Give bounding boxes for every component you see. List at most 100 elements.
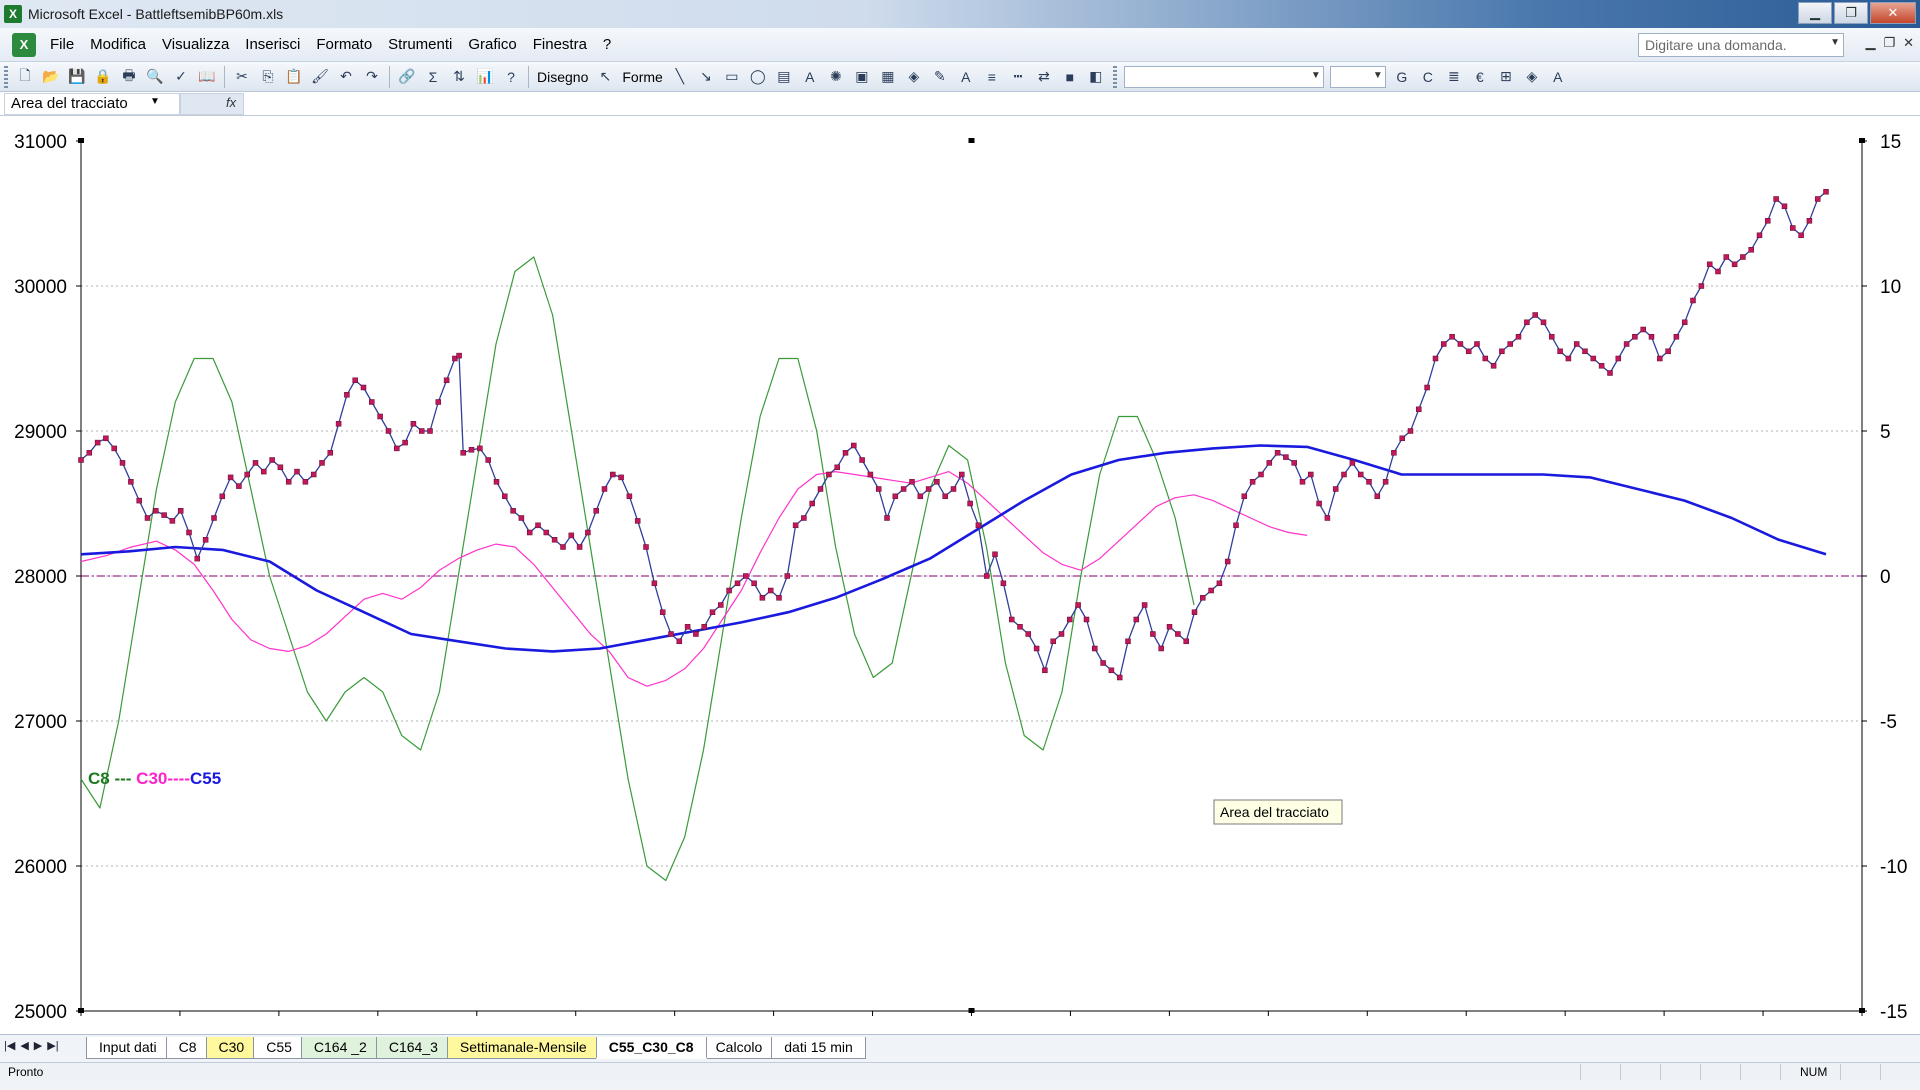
price-point-marker[interactable] (1249, 479, 1256, 485)
price-point-marker[interactable] (418, 428, 425, 434)
toolbar-grip[interactable] (1112, 65, 1117, 88)
price-point-marker[interactable] (202, 537, 209, 543)
price-point-marker[interactable] (718, 602, 724, 608)
price-point-marker[interactable] (1532, 312, 1538, 318)
price-point-marker[interactable] (111, 445, 117, 452)
price-point-marker[interactable] (917, 493, 924, 500)
price-point-marker[interactable] (726, 587, 732, 594)
price-point-marker[interactable] (1133, 616, 1140, 623)
price-point-marker[interactable] (1208, 587, 1214, 594)
price-point-marker[interactable] (327, 450, 334, 456)
chart-canvas[interactable]: 31000 30000 29000 28000 27000 26000 25000 15 10 5… (0, 117, 1920, 1034)
3d-icon[interactable]: ◧ (1084, 65, 1108, 89)
price-point-marker[interactable] (377, 413, 383, 420)
price-point-marker[interactable] (1499, 348, 1505, 355)
price-point-marker[interactable] (1765, 218, 1771, 224)
price-point-marker[interactable] (526, 529, 533, 536)
price-point-marker[interactable] (801, 515, 807, 521)
price-point-marker[interactable] (1507, 341, 1513, 347)
price-point-marker[interactable] (1681, 319, 1688, 326)
price-point-marker[interactable] (1075, 602, 1081, 608)
price-point-marker[interactable] (1366, 479, 1372, 485)
price-point-marker[interactable] (1374, 493, 1381, 500)
price-point-marker[interactable] (983, 573, 990, 579)
price-point-marker[interactable] (128, 479, 134, 485)
price-point-marker[interactable] (1025, 631, 1032, 637)
price-point-marker[interactable] (456, 352, 462, 359)
price-point-marker[interactable] (900, 486, 907, 492)
price-point-marker[interactable] (643, 544, 649, 550)
help-icon[interactable]: ? (499, 65, 523, 89)
price-point-marker[interactable] (269, 457, 275, 463)
shapes-menu-button[interactable]: Forme (618, 69, 666, 85)
next-sheet-icon[interactable]: ▶ (34, 1039, 42, 1052)
rectangle-icon[interactable]: ▭ (720, 65, 744, 89)
sheet-tab[interactable]: Input dati (86, 1037, 170, 1059)
price-point-marker[interactable] (1407, 428, 1414, 434)
price-point-marker[interactable] (1598, 363, 1605, 369)
price-point-marker[interactable] (277, 464, 284, 471)
price-point-marker[interactable] (352, 377, 358, 384)
price-point-marker[interactable] (1299, 479, 1306, 485)
select-objects-icon[interactable]: ↖ (593, 65, 617, 89)
wordart-icon[interactable]: A (798, 65, 822, 89)
price-point-marker[interactable] (884, 515, 890, 521)
price-point-marker[interactable] (244, 471, 250, 478)
price-point-marker[interactable] (153, 508, 159, 514)
price-point-marker[interactable] (94, 439, 101, 446)
selection-handle[interactable] (968, 138, 975, 143)
price-point-marker[interactable] (344, 392, 350, 398)
price-point-marker[interactable] (1474, 341, 1480, 347)
price-point-marker[interactable] (701, 624, 707, 630)
price-point-marker[interactable] (1100, 660, 1106, 666)
price-point-marker[interactable] (959, 471, 965, 478)
price-point-marker[interactable] (477, 445, 483, 452)
price-point-marker[interactable] (1308, 471, 1314, 478)
price-point-marker[interactable] (1116, 674, 1123, 681)
menu-formato[interactable]: Formato (308, 36, 380, 53)
price-point-marker[interactable] (842, 450, 849, 456)
open-folder-icon[interactable]: 📂 (39, 65, 63, 89)
arrow-icon[interactable]: ↘ (694, 65, 718, 89)
price-point-marker[interactable] (610, 471, 616, 478)
price-point-marker[interactable] (1191, 609, 1198, 615)
price-point-marker[interactable] (1731, 261, 1738, 268)
highlight-icon[interactable]: ◈ (1520, 65, 1544, 89)
price-point-marker[interactable] (335, 421, 342, 427)
line-style-icon[interactable]: ≡ (980, 65, 1004, 89)
workbook-close-icon[interactable]: ✕ (1903, 35, 1914, 51)
price-point-marker[interactable] (460, 450, 466, 456)
price-point-marker[interactable] (1050, 638, 1056, 645)
price-point-marker[interactable] (1723, 254, 1730, 260)
price-point-marker[interactable] (310, 471, 317, 478)
price-point-marker[interactable] (1108, 667, 1115, 674)
price-point-marker[interactable] (776, 595, 782, 601)
price-point-marker[interactable] (1607, 370, 1613, 376)
shadow-icon[interactable]: ■ (1058, 65, 1082, 89)
price-point-marker[interactable] (510, 508, 516, 514)
price-point-marker[interactable] (1233, 522, 1239, 529)
price-point-marker[interactable] (261, 468, 267, 475)
price-point-marker[interactable] (1083, 616, 1090, 623)
minimize-button[interactable]: ▁ (1798, 2, 1832, 24)
price-point-marker[interactable] (809, 500, 815, 507)
price-point-marker[interactable] (385, 428, 392, 434)
sheet-tab[interactable]: C164 _2 (300, 1037, 380, 1059)
price-point-marker[interactable] (1399, 435, 1405, 442)
price-point-marker[interactable] (743, 573, 749, 579)
price-point-marker[interactable] (1316, 500, 1322, 507)
dash-style-icon[interactable]: ┅ (1006, 65, 1030, 89)
font-color-icon[interactable]: A (954, 65, 978, 89)
price-point-marker[interactable] (585, 529, 591, 536)
price-point-marker[interactable] (1582, 348, 1588, 355)
selection-handle[interactable] (1859, 138, 1865, 143)
close-button[interactable]: ✕ (1870, 2, 1916, 24)
price-point-marker[interactable] (1324, 515, 1331, 521)
price-point-marker[interactable] (294, 468, 300, 475)
price-point-marker[interactable] (784, 573, 791, 579)
price-point-marker[interactable] (1432, 355, 1439, 362)
new-file-icon[interactable]: 🗋 (13, 65, 37, 89)
insert-function-icon[interactable]: fx (226, 95, 236, 110)
menu-inserisci[interactable]: Inserisci (237, 36, 308, 53)
price-point-marker[interactable] (1673, 334, 1680, 340)
